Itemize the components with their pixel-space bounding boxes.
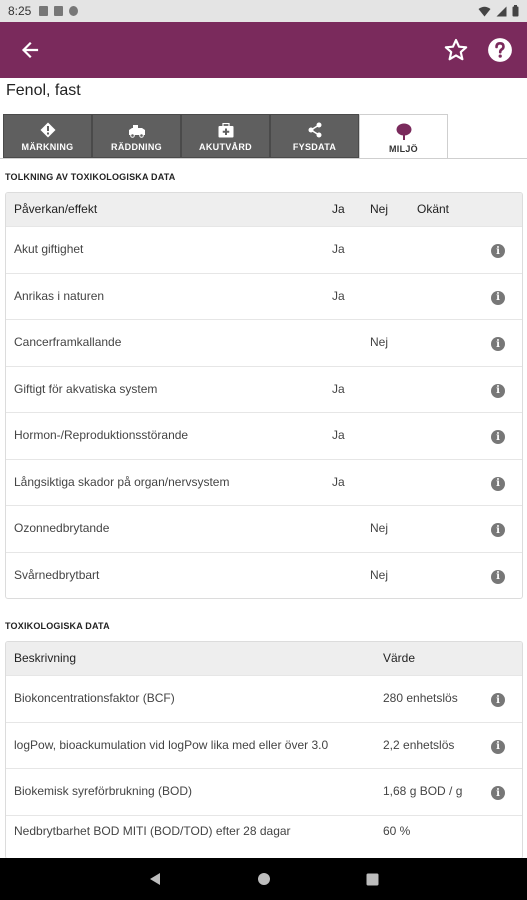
table-row[interactable]: Ozonnedbrytande Nej i (6, 505, 522, 552)
app-bar (0, 22, 527, 78)
medical-kit-icon (218, 123, 233, 138)
tab-bar: MÄRKNING RÄDDNING AKUTVÅRD FYSDATA MILJÖ (3, 114, 523, 159)
wifi-icon (478, 6, 491, 16)
row-no: Nej (370, 335, 389, 349)
info-icon[interactable]: i (491, 383, 505, 398)
row-label: Hormon-/Reproduktionsstörande (14, 428, 189, 442)
header-description: Beskrivning (14, 651, 77, 665)
row-label: Ozonnedbrytande (14, 521, 110, 535)
info-icon[interactable]: i (491, 476, 505, 491)
row-no: Nej (370, 567, 389, 582)
table-row[interactable]: Nedbrytbarhet BOD MITI (BOD/TOD) efter 2… (6, 814, 522, 855)
warning-diamond-icon (40, 122, 55, 138)
header-value: Värde (383, 651, 416, 665)
star-icon[interactable] (443, 37, 469, 63)
tab-miljo[interactable]: MILJÖ (359, 114, 448, 159)
tab-raddning[interactable]: RÄDDNING (92, 114, 181, 158)
row-label: Nedbrytbarhet BOD MITI (BOD/TOD) efter 2… (14, 823, 291, 838)
tab-label: RÄDDNING (111, 142, 162, 152)
table-row[interactable]: Anrikas i naturen Ja i (6, 272, 522, 320)
tree-icon (396, 123, 411, 140)
header-no: Nej (370, 202, 389, 216)
row-label: Akut giftighet (14, 242, 84, 256)
tab-label: MÄRKNING (21, 142, 74, 152)
row-value: 280 enhetslös (383, 691, 458, 705)
signal-icon (496, 6, 507, 16)
info-icon[interactable]: i (491, 786, 505, 800)
tab-label: MILJÖ (388, 144, 418, 154)
toxicology-data-table: Beskrivning Värde Biokoncentrationsfakto… (5, 641, 523, 859)
row-value: 1,68 g BOD / g (383, 784, 463, 798)
tab-divider (0, 158, 527, 159)
table-row[interactable]: Cancerframkallande Nej i (6, 319, 522, 366)
toxicology-interpretation-table: Påverkan/effekt Ja Nej Okänt Akut giftig… (5, 192, 523, 599)
help-icon[interactable] (487, 37, 513, 63)
back-button[interactable] (0, 22, 60, 78)
row-label: Långsiktiga skador på organ/nervsystem (14, 474, 230, 489)
info-icon[interactable]: i (491, 290, 505, 305)
table-row[interactable]: Akut giftighet Ja i (6, 226, 522, 273)
status-time: 8:25 (8, 4, 32, 18)
section-title-toxicology-data: TOXIKOLOGISKA DATA (5, 621, 110, 631)
row-yes: Ja (332, 428, 345, 442)
header-yes: Ja (332, 202, 345, 216)
row-label: Anrikas i naturen (14, 288, 105, 303)
tab-fysdata[interactable]: FYSDATA (270, 114, 359, 158)
notification-icon (39, 6, 49, 16)
share-nodes-icon (308, 122, 321, 138)
row-yes: Ja (332, 474, 345, 489)
battery-icon (512, 5, 519, 17)
header-effect: Påverkan/effekt (14, 202, 98, 216)
table-row[interactable]: Långsiktiga skador på organ/nervsystem J… (6, 458, 522, 506)
nav-back-icon[interactable] (148, 872, 162, 886)
tab-akutvard[interactable]: AKUTVÅRD (181, 114, 270, 158)
page-title: Fenol, fast (6, 82, 81, 99)
section-title-toxicology-interpretation: TOLKNING AV TOXIKOLOGISKA DATA (5, 172, 176, 182)
row-yes: Ja (332, 242, 345, 256)
table-row[interactable]: Biokemisk syreförbrukning (BOD) 1,68 g B… (6, 768, 522, 815)
info-icon[interactable]: i (491, 569, 505, 584)
table-row[interactable]: logPow, bioackumulation vid logPow lika … (6, 721, 522, 769)
status-bar: 8:25 (0, 0, 527, 22)
row-yes: Ja (332, 288, 345, 303)
tab-label: FYSDATA (292, 142, 337, 152)
tab-label: AKUTVÅRD (199, 142, 252, 152)
row-label: Biokoncentrationsfaktor (BCF) (14, 691, 175, 705)
table-row[interactable]: Biokoncentrationsfaktor (BCF) 280 enhets… (6, 675, 522, 722)
sync-icon (69, 6, 79, 16)
row-yes: Ja (332, 381, 345, 396)
info-icon[interactable]: i (491, 693, 505, 707)
row-label: Biokemisk syreförbrukning (BOD) (14, 784, 193, 798)
row-no: Nej (370, 521, 389, 535)
info-icon[interactable]: i (491, 523, 505, 537)
row-value: 60 % (383, 823, 411, 838)
nav-recents-icon[interactable] (366, 873, 379, 886)
table-header: Beskrivning Värde (6, 642, 522, 675)
tab-markning[interactable]: MÄRKNING (3, 114, 92, 158)
row-label: Cancerframkallande (14, 335, 122, 349)
table-row[interactable]: Giftigt för akvatiska system Ja i (6, 365, 522, 413)
row-label: Giftigt för akvatiska system (14, 381, 158, 396)
rescue-vehicle-icon (128, 125, 145, 138)
table-row[interactable]: Svårnedbrytbart Nej i (6, 551, 522, 599)
table-header: Påverkan/effekt Ja Nej Okänt (6, 193, 522, 226)
info-icon[interactable]: i (491, 244, 505, 258)
info-icon[interactable]: i (491, 430, 505, 444)
row-label: logPow, bioackumulation vid logPow lika … (14, 737, 329, 752)
header-unknown: Okänt (417, 202, 450, 216)
nav-home-icon[interactable] (257, 872, 271, 886)
table-row[interactable]: Hormon-/Reproduktionsstörande Ja i (6, 412, 522, 459)
back-arrow-icon (21, 41, 39, 59)
system-navigation-bar (0, 858, 527, 900)
sd-card-icon (54, 6, 64, 16)
info-icon[interactable]: i (491, 337, 505, 351)
row-value: 2,2 enhetslös (383, 737, 455, 752)
info-icon[interactable]: i (491, 739, 505, 754)
row-label: Svårnedbrytbart (14, 567, 100, 582)
